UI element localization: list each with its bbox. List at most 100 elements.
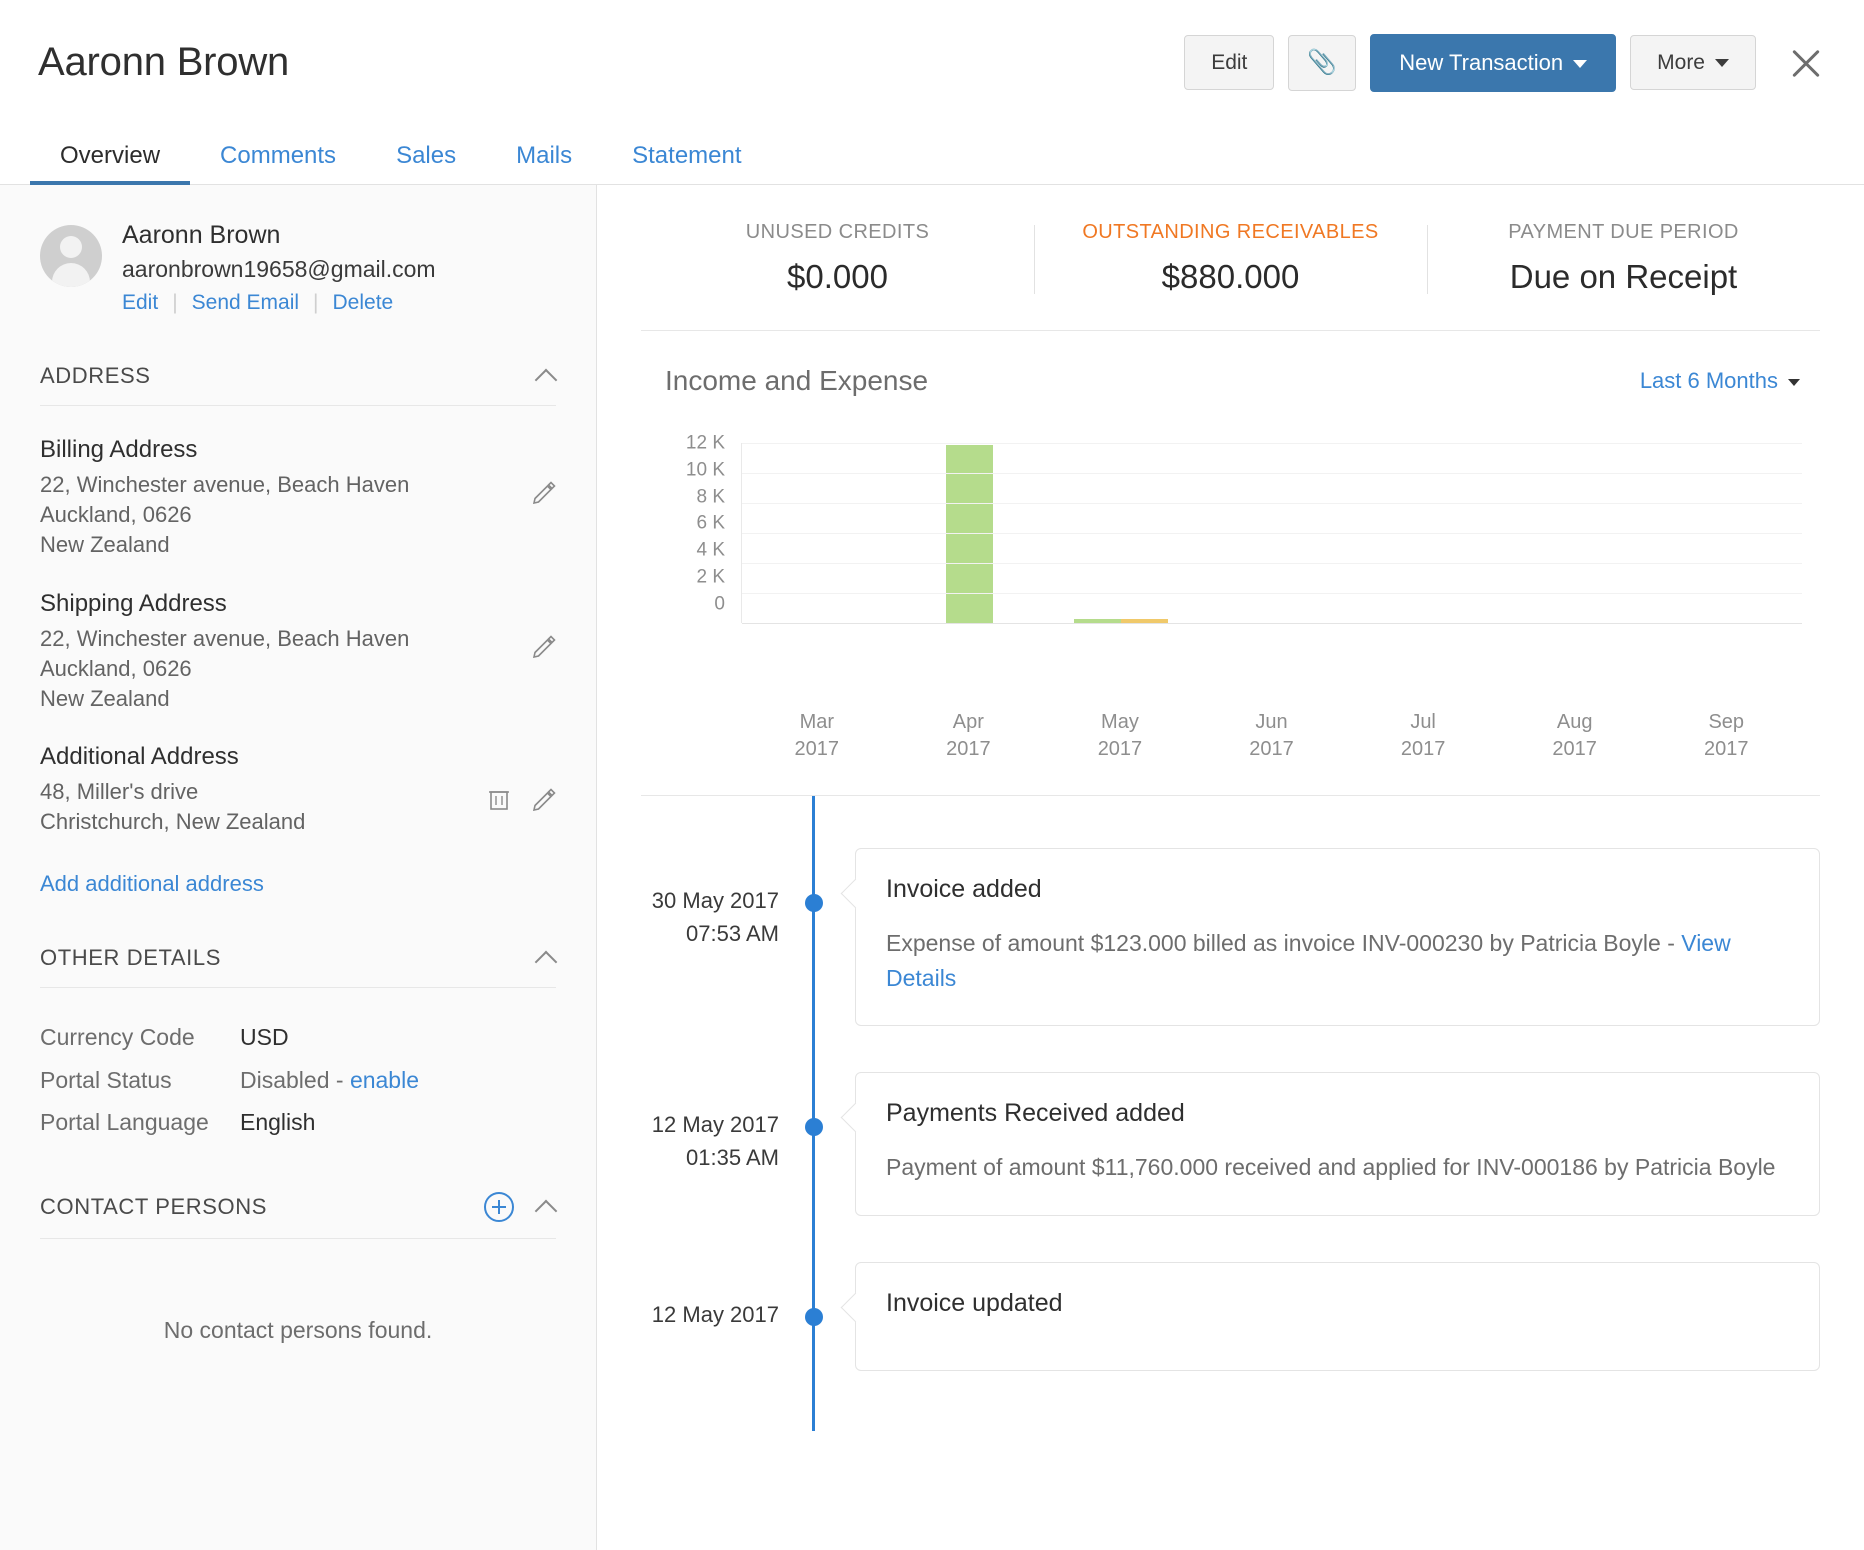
- stat-value: $880.000: [1034, 258, 1427, 296]
- contact-send-email-link[interactable]: Send Email: [192, 291, 299, 315]
- chart-gridline: [742, 503, 1802, 504]
- chart-y-tick: 6 K: [696, 514, 725, 533]
- enable-portal-link[interactable]: enable: [350, 1067, 419, 1093]
- edit-button[interactable]: Edit: [1184, 35, 1274, 90]
- chart-x-tick: Jun2017: [1196, 709, 1348, 763]
- chart-y-tick: 8 K: [696, 487, 725, 506]
- detail-label: Currency Code: [40, 1016, 240, 1059]
- chart-y-tick: 2 K: [696, 568, 725, 587]
- stat-unused-credits: UNUSED CREDITS $0.000: [641, 221, 1034, 296]
- tab-mails[interactable]: Mails: [486, 142, 602, 184]
- add-contact-person-icon[interactable]: [484, 1192, 514, 1222]
- additional-address-actions: [488, 787, 556, 811]
- new-transaction-label: New Transaction: [1399, 50, 1563, 75]
- contact-actions: Edit | Send Email | Delete: [122, 291, 436, 315]
- chart-x-tick: Mar2017: [741, 709, 893, 763]
- address-section-header: ADDRESS: [40, 363, 556, 406]
- detail-value: USD: [240, 1016, 289, 1059]
- activity-timeline: 30 May 2017 07:53 AM Invoice added Expen…: [641, 796, 1820, 1371]
- address-line: 22, Winchester avenue, Beach Haven: [40, 470, 556, 500]
- other-details-section-header: OTHER DETAILS: [40, 945, 556, 988]
- chart-gridline: [742, 443, 1802, 444]
- timeline-text: Expense of amount $123.000 billed as inv…: [886, 926, 1789, 995]
- chevron-up-icon[interactable]: [536, 948, 556, 968]
- timeline-dot: [805, 894, 823, 912]
- address-line: Christchurch, New Zealand: [40, 807, 556, 837]
- timeline-text: Payment of amount $11,760.000 received a…: [886, 1150, 1789, 1185]
- address-line: Auckland, 0626: [40, 654, 556, 684]
- contact-summary: Aaronn Brown aaronbrown19658@gmail.com E…: [40, 185, 556, 315]
- timeline-date-time: 07:53 AM: [641, 917, 779, 950]
- contact-delete-link[interactable]: Delete: [333, 291, 394, 315]
- contact-edit-link[interactable]: Edit: [122, 291, 158, 315]
- address-line: 48, Miller's drive: [40, 777, 556, 807]
- timeline-date-day: 30 May 2017: [641, 884, 779, 917]
- billing-address-group: Billing Address 22, Winchester avenue, B…: [40, 436, 556, 560]
- contact-persons-empty-message: No contact persons found.: [40, 1317, 556, 1344]
- trash-icon[interactable]: [488, 787, 510, 811]
- chart-range-selector[interactable]: Last 6 Months: [1640, 368, 1800, 394]
- timeline-item: 30 May 2017 07:53 AM Invoice added Expen…: [641, 848, 1820, 1026]
- chevron-down-icon: [1715, 59, 1729, 67]
- add-additional-address-link[interactable]: Add additional address: [40, 871, 556, 897]
- attachment-button[interactable]: 📎: [1288, 35, 1356, 91]
- chevron-up-icon[interactable]: [536, 366, 556, 386]
- timeline-item: 12 May 2017 01:35 AM Payments Received a…: [641, 1072, 1820, 1216]
- tab-overview[interactable]: Overview: [30, 142, 190, 184]
- pencil-icon[interactable]: [532, 634, 556, 658]
- chart-y-axis: 12 K10 K8 K6 K4 K2 K0: [641, 443, 725, 623]
- tab-comments[interactable]: Comments: [190, 142, 366, 184]
- chart-x-tick: May2017: [1044, 709, 1196, 763]
- chart-grid: [741, 443, 1802, 623]
- contact-persons-section-header: CONTACT PERSONS: [40, 1192, 556, 1239]
- timeline-item: 12 May 2017 Invoice updated: [641, 1262, 1820, 1371]
- detail-value: English: [240, 1101, 315, 1144]
- page-body: Aaronn Brown aaronbrown19658@gmail.com E…: [0, 185, 1864, 1550]
- timeline-body: Expense of amount $123.000 billed as inv…: [886, 930, 1681, 956]
- chart-x-tick: Apr2017: [893, 709, 1045, 763]
- chevron-down-icon: [1788, 379, 1800, 386]
- timeline-heading: Invoice updated: [886, 1289, 1789, 1318]
- address-line: Auckland, 0626: [40, 500, 556, 530]
- divider: |: [172, 291, 177, 315]
- customer-detail-page: Aaronn Brown Edit 📎 New Transaction More…: [0, 0, 1864, 1550]
- chart-gridline: [742, 593, 1802, 594]
- stat-value: Due on Receipt: [1427, 258, 1820, 296]
- chart-y-tick: 12 K: [686, 434, 725, 453]
- chevron-up-icon[interactable]: [536, 1197, 556, 1217]
- address-line: New Zealand: [40, 684, 556, 714]
- timeline-date: 12 May 2017: [641, 1262, 801, 1331]
- pencil-icon[interactable]: [532, 787, 556, 811]
- page-header: Aaronn Brown Edit 📎 New Transaction More: [0, 0, 1864, 125]
- additional-address-group: Additional Address 48, Miller's drive Ch…: [40, 743, 556, 837]
- timeline-dot: [805, 1308, 823, 1326]
- tab-sales[interactable]: Sales: [366, 142, 486, 184]
- timeline-card: Payments Received added Payment of amoun…: [855, 1072, 1820, 1216]
- detail-row: Portal Language English: [40, 1101, 556, 1144]
- stat-value: $0.000: [641, 258, 1034, 296]
- contact-name: Aaronn Brown: [122, 221, 436, 250]
- timeline-date-time: 01:35 AM: [641, 1141, 779, 1174]
- chart-x-axis: Mar2017Apr2017May2017Jun2017Jul2017Aug20…: [641, 709, 1820, 763]
- shipping-address-title: Shipping Address: [40, 590, 556, 618]
- timeline-date-day: 12 May 2017: [641, 1108, 779, 1141]
- timeline-heading: Payments Received added: [886, 1099, 1789, 1128]
- close-icon[interactable]: [1786, 43, 1826, 83]
- contact-persons-section-title: CONTACT PERSONS: [40, 1194, 267, 1220]
- chart-gridline: [742, 473, 1802, 474]
- chart-gridline: [742, 563, 1802, 564]
- detail-value: Disabled - enable: [240, 1059, 419, 1102]
- chart-gridline: [742, 533, 1802, 534]
- stat-label: PAYMENT DUE PERIOD: [1427, 221, 1820, 244]
- tab-statement[interactable]: Statement: [602, 142, 771, 184]
- timeline-card: Invoice added Expense of amount $123.000…: [855, 848, 1820, 1026]
- address-line: New Zealand: [40, 530, 556, 560]
- new-transaction-button[interactable]: New Transaction: [1370, 34, 1616, 92]
- contact-persons-actions: [484, 1192, 556, 1222]
- more-button[interactable]: More: [1630, 35, 1756, 90]
- stats-bar: UNUSED CREDITS $0.000 OUTSTANDING RECEIV…: [641, 185, 1820, 331]
- pencil-icon[interactable]: [532, 480, 556, 504]
- timeline-date: 12 May 2017 01:35 AM: [641, 1072, 801, 1174]
- detail-row: Currency Code USD: [40, 1016, 556, 1059]
- stat-outstanding-receivables: OUTSTANDING RECEIVABLES $880.000: [1034, 221, 1427, 296]
